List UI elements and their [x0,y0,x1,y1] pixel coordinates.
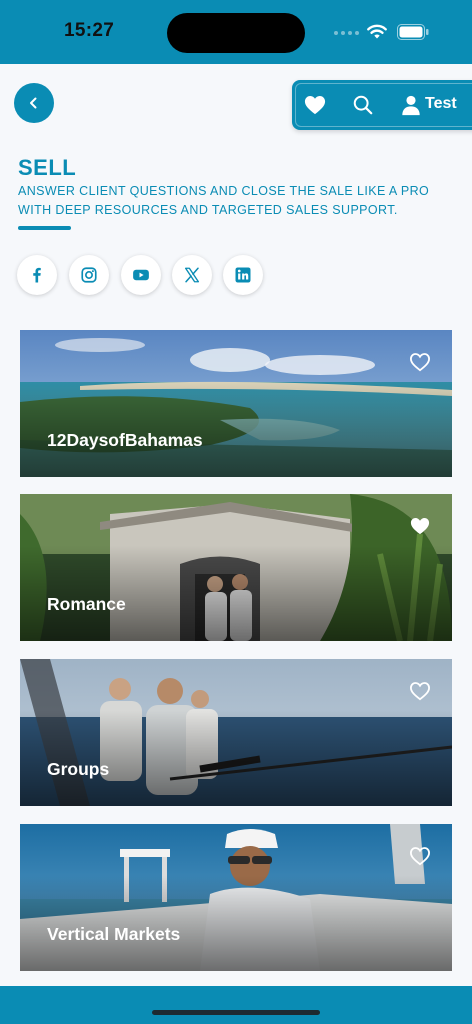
instagram-icon [81,267,97,283]
favorite-heart-filled-icon[interactable] [409,516,431,536]
linkedin-icon [235,267,251,283]
card-vertical-markets[interactable]: Vertical Markets [20,824,452,971]
instagram-button[interactable] [69,255,109,295]
youtube-icon [133,269,149,281]
cellular-signal-icon [334,31,359,35]
favorites-heart-icon[interactable] [304,94,326,116]
favorite-heart-outline-icon[interactable] [409,846,431,866]
status-bar: 15:27 [0,0,472,64]
card-romance[interactable]: Romance [20,494,452,641]
battery-icon [397,24,429,40]
card-title: Romance [47,594,126,614]
card-title: Vertical Markets [47,924,181,944]
page-subtitle: ANSWER CLIENT QUESTIONS AND CLOSE THE SA… [18,184,430,217]
card-12daysofbahamas[interactable]: 12DaysofBahamas [20,330,452,477]
back-button[interactable] [14,83,54,123]
facebook-button[interactable] [17,255,57,295]
home-indicator[interactable] [152,1010,320,1015]
dynamic-island [167,13,305,53]
title-underline [18,226,71,230]
facebook-icon [33,267,41,283]
status-time: 15:27 [64,20,115,41]
page-title: SELL [18,155,77,180]
bottom-bar [0,986,472,1024]
search-icon[interactable] [352,94,374,116]
chevron-left-icon [30,97,37,109]
card-title: 12DaysofBahamas [47,430,203,450]
user-icon [402,95,420,116]
card-title: Groups [47,759,110,779]
linkedin-button[interactable] [223,255,263,295]
header-actions: Test [292,80,472,130]
youtube-button[interactable] [121,255,161,295]
wifi-icon [367,24,387,39]
x-button[interactable] [172,255,212,295]
x-icon [184,267,200,283]
favorite-heart-outline-icon[interactable] [409,352,431,372]
favorite-heart-outline-icon[interactable] [409,681,431,701]
user-label: Test [425,95,457,112]
card-groups[interactable]: Groups [20,659,452,806]
